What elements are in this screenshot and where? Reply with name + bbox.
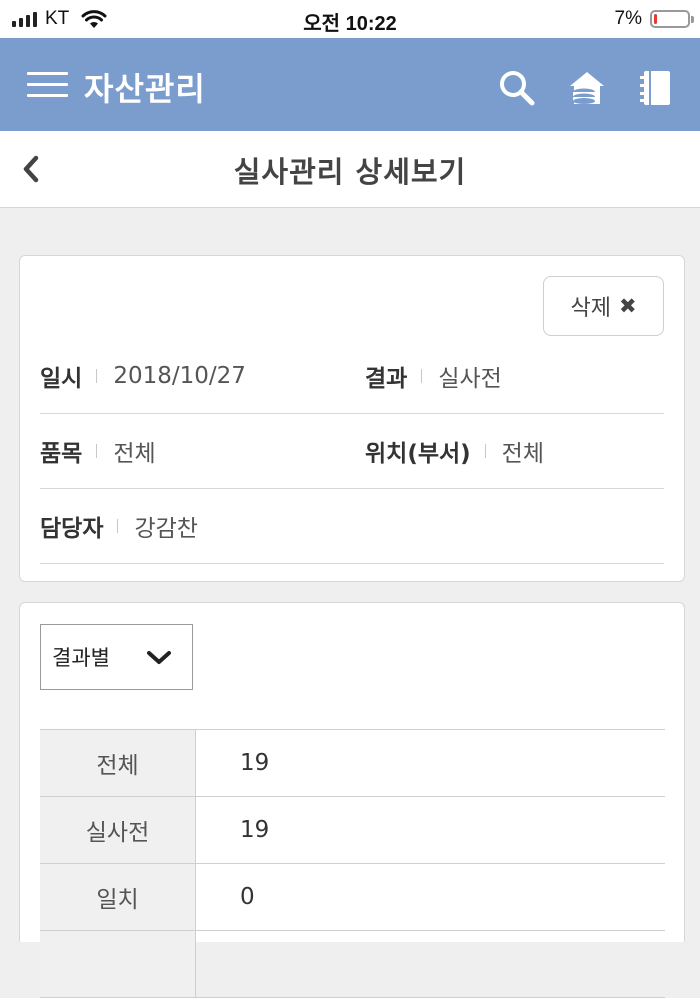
delete-button[interactable]: 삭제 ✖ — [543, 276, 664, 336]
result-table: 전체 19 실사전 19 일치 0 — [40, 729, 665, 998]
label-separator — [421, 368, 423, 383]
info-label: 위치(부서) — [365, 440, 471, 467]
table-row: 일치 0 — [40, 863, 665, 931]
result-filter-select[interactable]: 결과별 — [40, 624, 193, 690]
chevron-down-icon — [147, 651, 171, 664]
home-coins-icon[interactable] — [567, 68, 607, 108]
status-bar: KT 오전 10:22 7% — [0, 0, 700, 38]
result-label — [40, 930, 196, 998]
notebook-icon[interactable] — [636, 68, 676, 108]
info-label: 품목 — [40, 440, 83, 467]
label-separator — [117, 518, 119, 533]
info-label: 일시 — [40, 365, 83, 392]
info-item-manager: 담당자 강감찬 — [40, 488, 198, 563]
status-right: 7% — [614, 8, 694, 30]
battery-level-fill — [654, 14, 657, 24]
status-time: 오전 10:22 — [303, 13, 397, 35]
info-label: 결과 — [365, 365, 408, 392]
battery-percent: 7% — [614, 8, 642, 29]
info-item-location: 위치(부서) 전체 — [365, 413, 544, 488]
menu-icon[interactable] — [27, 72, 68, 98]
result-filter-value: 결과별 — [52, 646, 110, 670]
result-label: 전체 — [40, 729, 196, 797]
table-row — [40, 930, 665, 998]
info-value: 전체 — [501, 440, 544, 467]
info-row-item-location: 품목 전체 위치(부서) 전체 — [40, 413, 664, 489]
info-row-manager: 담당자 강감찬 — [40, 488, 664, 564]
table-row: 전체 19 — [40, 729, 665, 797]
info-value: 실사전 — [438, 365, 502, 392]
info-value: 강감찬 — [134, 515, 198, 542]
label-separator — [484, 443, 486, 458]
result-count: 0 — [195, 863, 665, 931]
result-count — [195, 930, 665, 998]
label-separator — [96, 443, 98, 458]
table-row: 실사전 19 — [40, 796, 665, 864]
info-value: 전체 — [113, 440, 156, 467]
close-icon: ✖ — [618, 294, 637, 318]
result-label: 실사전 — [40, 796, 196, 864]
info-item-result: 결과 실사전 — [365, 338, 502, 413]
app-title: 자산관리 — [84, 70, 206, 108]
result-card: 결과별 전체 19 실사전 19 일치 0 — [19, 602, 685, 998]
delete-button-label: 삭제 — [570, 296, 611, 321]
info-card: 삭제 ✖ 일시 2018/10/27 결과 실사전 품목 전체 위치(부서) 전… — [19, 255, 685, 582]
info-value: 2018/10/27 — [113, 362, 246, 389]
info-item-date: 일시 2018/10/27 — [40, 338, 246, 413]
result-label: 일치 — [40, 863, 196, 931]
app-bar: 자산관리 — [0, 38, 700, 131]
info-label: 담당자 — [40, 515, 104, 542]
label-separator — [96, 368, 98, 383]
search-icon[interactable] — [497, 68, 537, 108]
info-row-date-result: 일시 2018/10/27 결과 실사전 — [40, 338, 664, 414]
info-item-category: 품목 전체 — [40, 413, 156, 488]
result-count: 19 — [195, 796, 665, 864]
result-count: 19 — [195, 729, 665, 797]
sub-header: 실사관리 상세보기 — [0, 131, 700, 208]
page-title: 실사관리 상세보기 — [233, 155, 467, 189]
battery-icon — [650, 10, 694, 28]
